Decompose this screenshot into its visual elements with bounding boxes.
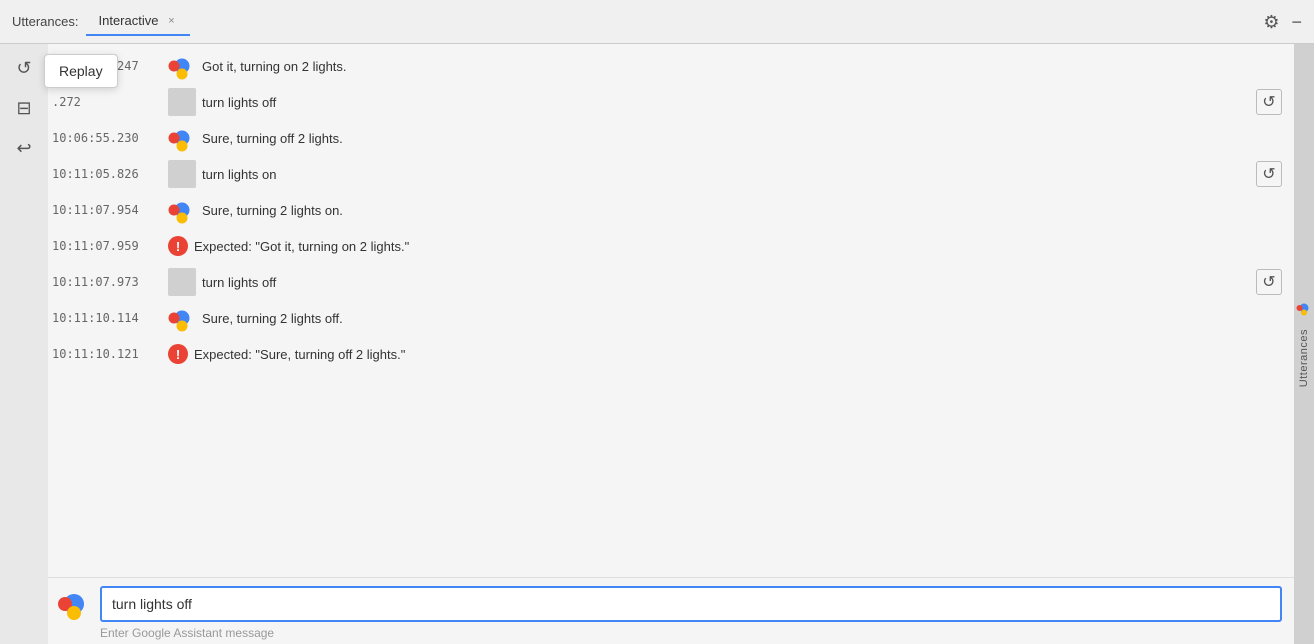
table-row: 10:11:07.954 Sure, turning 2 lights on. xyxy=(48,192,1294,228)
assistant-avatar xyxy=(168,304,196,332)
replay-tooltip: Replay xyxy=(44,54,118,88)
input-area: Enter Google Assistant message xyxy=(48,577,1294,644)
table-row: 10:11:05.826 turn lights on ↺ xyxy=(48,156,1294,192)
replay-icon: ↺ xyxy=(16,58,31,79)
timestamp: 10:11:07.973 xyxy=(52,275,162,289)
table-row: 10:04:36.247 Got it, turning on 2 lights… xyxy=(48,48,1294,84)
timestamp: 10:11:07.954 xyxy=(52,203,162,217)
message-text: turn lights off xyxy=(202,95,1250,110)
undo-icon: ↩ xyxy=(16,138,31,159)
interactive-tab[interactable]: Interactive × xyxy=(86,7,190,36)
replay-inline-button[interactable]: ↺ xyxy=(1256,269,1282,295)
error-icon: ! xyxy=(168,236,188,256)
title-bar: Utterances: Interactive × ⚙ − xyxy=(0,0,1314,44)
message-text: turn lights off xyxy=(202,275,1250,290)
content-area: 10:04:36.247 Got it, turning on 2 lights… xyxy=(48,44,1294,644)
utterances-label: Utterances: xyxy=(12,14,78,29)
error-icon: ! xyxy=(168,344,188,364)
gear-icon: ⚙ xyxy=(1263,12,1279,32)
user-avatar xyxy=(168,160,196,188)
input-hint: Enter Google Assistant message xyxy=(56,626,1282,640)
replay-button[interactable]: ↺ Replay xyxy=(8,52,40,84)
tab-close-button[interactable]: × xyxy=(164,14,178,28)
user-avatar xyxy=(168,88,196,116)
input-avatar xyxy=(56,586,92,622)
replay-inline-button[interactable]: ↺ xyxy=(1256,89,1282,115)
assistant-avatar xyxy=(168,52,196,80)
timestamp: 10:06:55.230 xyxy=(52,131,162,145)
table-row: 10:06:55.230 Sure, turning off 2 lights. xyxy=(48,120,1294,156)
input-row xyxy=(56,586,1282,622)
message-text: Expected: "Sure, turning off 2 lights." xyxy=(194,347,1282,362)
message-text: Sure, turning off 2 lights. xyxy=(202,131,1282,146)
undo-button[interactable]: ↩ xyxy=(8,132,40,164)
left-toolbar: ↺ Replay ⊟ ↩ xyxy=(0,44,48,644)
timestamp: 10:11:05.826 xyxy=(52,167,162,181)
message-text: Sure, turning 2 lights on. xyxy=(202,203,1282,218)
minimize-button[interactable]: − xyxy=(1291,13,1302,31)
message-text: Sure, turning 2 lights off. xyxy=(202,311,1282,326)
table-row: .272 turn lights off ↺ xyxy=(48,84,1294,120)
message-text: turn lights on xyxy=(202,167,1250,182)
table-row: 10:11:07.959! Expected: "Got it, turning … xyxy=(48,228,1294,264)
assistant-avatar xyxy=(168,124,196,152)
title-bar-actions: ⚙ − xyxy=(1263,13,1302,31)
user-avatar xyxy=(168,268,196,296)
replay-inline-button[interactable]: ↺ xyxy=(1256,161,1282,187)
message-text: Got it, turning on 2 lights. xyxy=(202,59,1282,74)
tab-label: Interactive xyxy=(98,13,158,28)
save-icon: ⊟ xyxy=(16,98,31,119)
table-row: 10:11:07.973 turn lights off ↺ xyxy=(48,264,1294,300)
sidebar-avatar xyxy=(1296,300,1312,321)
table-row: 10:11:10.114 Sure, turning 2 lights off. xyxy=(48,300,1294,336)
timestamp: 10:11:07.959 xyxy=(52,239,162,253)
table-row: 10:11:10.121! Expected: "Sure, turning of… xyxy=(48,336,1294,372)
main-layout: ↺ Replay ⊟ ↩ 10:04:36.247 Got it, turnin… xyxy=(0,44,1314,644)
sidebar-label: Utterances xyxy=(1298,329,1310,387)
minus-icon: − xyxy=(1291,12,1302,32)
timestamp: 10:11:10.121 xyxy=(52,347,162,361)
timestamp: .272 xyxy=(52,95,162,109)
assistant-avatar xyxy=(168,196,196,224)
gear-button[interactable]: ⚙ xyxy=(1263,13,1279,31)
save-button[interactable]: ⊟ xyxy=(8,92,40,124)
timestamp: 10:11:10.114 xyxy=(52,311,162,325)
messages-list[interactable]: 10:04:36.247 Got it, turning on 2 lights… xyxy=(48,44,1294,577)
right-sidebar[interactable]: Utterances xyxy=(1294,44,1314,644)
message-input[interactable] xyxy=(100,586,1282,622)
message-text: Expected: "Got it, turning on 2 lights." xyxy=(194,239,1282,254)
